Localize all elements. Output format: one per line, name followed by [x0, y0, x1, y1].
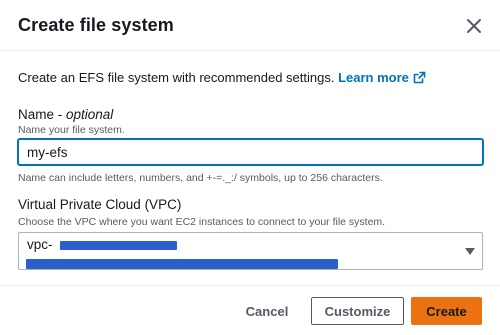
name-label-text: Name -: [18, 107, 67, 122]
name-optional-text: optional: [66, 107, 114, 122]
customize-button[interactable]: Customize: [311, 297, 404, 325]
name-field-label: Name - optional: [18, 107, 113, 122]
intro-text: Create an EFS file system with recommend…: [18, 70, 339, 85]
learn-more-link[interactable]: Learn more: [338, 70, 426, 85]
caret-down-icon: [465, 248, 475, 255]
cancel-button[interactable]: Cancel: [232, 297, 302, 325]
create-button[interactable]: Create: [411, 297, 482, 325]
vpc-field-label: Virtual Private Cloud (VPC): [18, 197, 182, 212]
create-file-system-dialog: Create file system Create an EFS file sy…: [0, 0, 500, 335]
dialog-title: Create file system: [18, 15, 174, 35]
redacted-vpc-id: [60, 241, 177, 250]
intro-text-line: Create an EFS file system with recommend…: [18, 70, 426, 87]
name-field-description: Name your file system.: [18, 124, 125, 136]
name-input[interactable]: [18, 139, 483, 165]
dialog-header: Create file system: [0, 0, 500, 51]
vpc-select[interactable]: vpc-: [18, 232, 483, 270]
vpc-selected-prefix: vpc-: [27, 237, 53, 252]
learn-more-label[interactable]: Learn more: [338, 70, 409, 85]
close-button[interactable]: [463, 15, 485, 37]
close-icon: [467, 19, 481, 33]
vpc-field-description: Choose the VPC where you want EC2 instan…: [18, 216, 386, 228]
external-link-icon[interactable]: [413, 71, 426, 87]
name-constraint-text: Name can include letters, numbers, and +…: [18, 172, 383, 184]
redacted-vpc-details: [26, 259, 338, 269]
